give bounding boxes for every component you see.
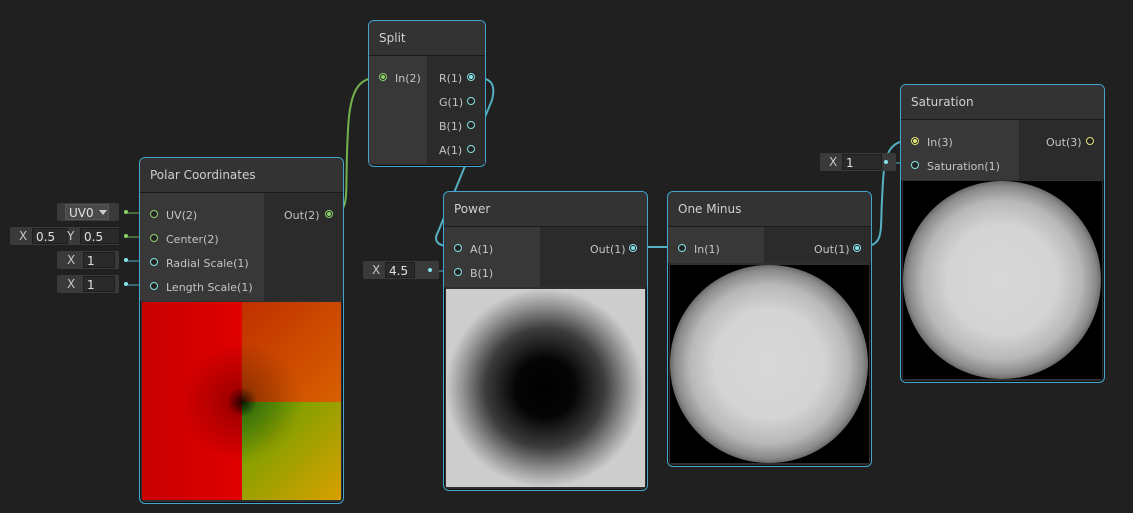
uv-channel-dropdown[interactable]: UV0 [57, 203, 119, 221]
polar-in-length-port[interactable] [150, 282, 158, 290]
polar-out-label: Out(2) [284, 209, 320, 222]
polar-in-uv-port[interactable] [150, 210, 158, 218]
length-x-label: X [67, 277, 76, 291]
power-out-port[interactable] [629, 244, 637, 252]
saturation-amount-port[interactable] [911, 161, 919, 169]
split-out-g-port[interactable] [467, 97, 475, 105]
saturation-field-connector [884, 160, 888, 164]
power-in-a-port[interactable] [454, 244, 462, 252]
power-in-a-label: A(1) [470, 243, 494, 256]
split-out-b-label: B(1) [439, 120, 463, 133]
power-in-b-label: B(1) [470, 267, 494, 280]
polar-in-uv-label: UV(2) [166, 209, 198, 222]
saturation-in-label: In(3) [927, 136, 953, 149]
power-in-b-port[interactable] [454, 268, 462, 276]
one-minus-out-label: Out(1) [814, 243, 850, 256]
one-minus-title: One Minus [668, 192, 871, 227]
power-b-x-label: X [372, 263, 381, 277]
length-scale-field[interactable]: X 1 [57, 275, 119, 293]
saturation-out-label: Out(3) [1046, 136, 1082, 149]
uv-field-connector [124, 210, 128, 214]
split-out-g-label: G(1) [439, 96, 464, 109]
polar-title: Polar Coordinates [140, 158, 343, 193]
polar-in-radial-port[interactable] [150, 258, 158, 266]
radial-scale-field[interactable]: X 1 [57, 251, 119, 269]
polar-in-center-port[interactable] [150, 234, 158, 242]
split-node[interactable]: Split In(2) R(1) G(1) B(1) A(1) [368, 20, 486, 167]
power-title: Power [444, 192, 647, 227]
split-out-a-port[interactable] [467, 145, 475, 153]
saturation-node[interactable]: Saturation In(3) Saturation(1) Out(3) [900, 84, 1105, 383]
radial-x-label: X [67, 253, 76, 267]
dropdown-arrow-icon [99, 210, 107, 215]
power-b-input[interactable]: 4.5 [385, 262, 415, 278]
polar-out-port[interactable] [325, 210, 333, 218]
power-node[interactable]: Power A(1) B(1) Out(1) [443, 191, 648, 491]
length-field-connector [124, 282, 128, 286]
saturation-input[interactable]: 1 [842, 154, 882, 170]
polar-preview-image [142, 302, 341, 500]
polar-preview [142, 302, 341, 500]
saturation-preview [903, 181, 1102, 379]
split-title: Split [369, 21, 485, 56]
split-out-b-port[interactable] [467, 121, 475, 129]
saturation-title: Saturation [901, 85, 1104, 120]
power-b-connector [428, 268, 432, 272]
one-minus-node[interactable]: One Minus In(1) Out(1) [667, 191, 872, 467]
radial-field-connector [124, 258, 128, 262]
saturation-out-port[interactable] [1086, 137, 1094, 145]
power-preview [446, 289, 645, 487]
center-x-label: X [19, 229, 28, 243]
length-scale-input[interactable]: 1 [83, 276, 115, 292]
saturation-preview-image [903, 181, 1102, 379]
saturation-x-label: X [829, 155, 838, 169]
one-minus-in-label: In(1) [694, 243, 720, 256]
polar-in-center-label: Center(2) [166, 233, 219, 246]
power-preview-image [446, 289, 645, 487]
center-y-label: Y [67, 229, 75, 243]
saturation-amount-label: Saturation(1) [927, 160, 1000, 173]
split-in-label: In(2) [395, 72, 421, 85]
polar-in-length-label: Length Scale(1) [166, 281, 253, 294]
center-field[interactable]: X 0.5 Y 0.5 [10, 227, 120, 245]
split-in-port[interactable] [379, 73, 387, 81]
center-x-input[interactable]: 0.5 [32, 228, 68, 244]
polar-in-radial-label: Radial Scale(1) [166, 257, 249, 270]
radial-scale-input[interactable]: 1 [83, 252, 115, 268]
split-out-a-label: A(1) [439, 144, 463, 157]
one-minus-preview-image [670, 265, 869, 463]
power-out-label: Out(1) [590, 243, 626, 256]
split-out-r-label: R(1) [439, 72, 463, 85]
center-y-input[interactable]: 0.5 [80, 228, 120, 244]
one-minus-in-port[interactable] [678, 244, 686, 252]
one-minus-out-port[interactable] [853, 244, 861, 252]
polar-coordinates-node[interactable]: Polar Coordinates UV(2) Center(2) Radial… [139, 157, 344, 504]
center-field-connector [124, 234, 128, 238]
saturation-in-port[interactable] [911, 137, 919, 145]
split-out-r-port[interactable] [467, 73, 475, 81]
one-minus-preview [670, 265, 869, 463]
